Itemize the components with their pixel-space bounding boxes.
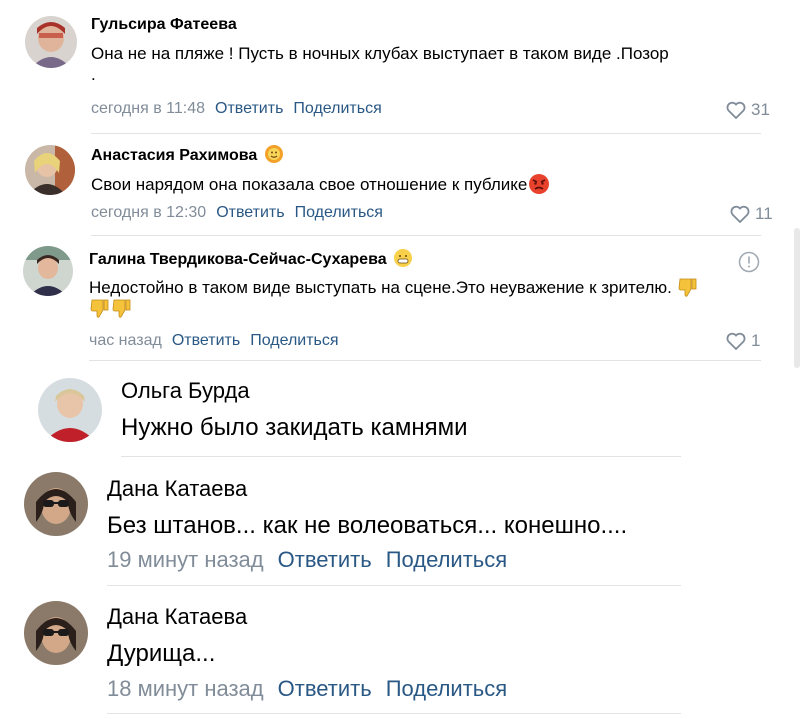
heart-icon: [726, 332, 746, 350]
timestamp: час назад: [89, 332, 162, 349]
thumbs-down-icon: [90, 299, 109, 318]
author-name[interactable]: Галина Твердикова-Сейчас-Сухарева: [89, 249, 413, 269]
reply-link[interactable]: Ответить: [172, 332, 240, 349]
divider: [91, 133, 761, 134]
thumbs-down-icon: [112, 299, 131, 318]
author-name[interactable]: Гульсира Фатеева: [91, 16, 237, 34]
comment-text: Нужно было закидать камнями: [121, 414, 468, 441]
share-link[interactable]: Поделиться: [386, 547, 507, 572]
avatar[interactable]: [23, 246, 73, 296]
comment-meta: час назад Ответить Поделиться: [89, 332, 339, 350]
author-name[interactable]: Дана Катаева: [107, 604, 247, 630]
reply-link[interactable]: Ответить: [278, 547, 372, 572]
divider: [91, 235, 761, 236]
timestamp: 19 минут назад: [107, 547, 264, 572]
like-count: 31: [751, 100, 770, 119]
timestamp: сегодня в 11:48: [91, 100, 206, 117]
share-link[interactable]: Поделиться: [250, 332, 338, 349]
divider: [107, 585, 681, 586]
avatar[interactable]: [24, 601, 88, 665]
comment-text-body: Она не на пляже ! Пусть в ночных клубах …: [91, 44, 669, 63]
like-count: 11: [755, 204, 773, 223]
comment-text: Она не на пляже ! Пусть в ночных клубах …: [91, 43, 781, 86]
author-name[interactable]: Дана Катаева: [107, 476, 247, 502]
share-link[interactable]: Поделиться: [295, 204, 383, 221]
smiley-icon: [264, 145, 283, 164]
comment-text-body: Недостойно в таком виде выступать на сце…: [89, 278, 672, 297]
author-name[interactable]: Ольга Бурда: [121, 378, 250, 404]
like-button[interactable]: 11: [730, 204, 773, 224]
reply-link[interactable]: Ответить: [216, 204, 284, 221]
heart-icon: [730, 205, 750, 223]
author-name-text: Анастасия Рахимова: [91, 147, 258, 164]
comment-text-body: Свои нарядом она показала свое отношение…: [91, 175, 528, 194]
comment-text: Без штанов... как не волеоваться... коне…: [107, 512, 628, 539]
avatar[interactable]: [24, 472, 88, 536]
comment-meta: 19 минут назад Ответить Поделиться: [107, 547, 507, 573]
timestamp: 18 минут назад: [107, 676, 264, 701]
share-link[interactable]: Поделиться: [293, 100, 381, 117]
grimace-face-icon: [394, 249, 413, 268]
like-button[interactable]: 1: [726, 331, 760, 351]
scrollbar[interactable]: [794, 228, 800, 368]
avatar[interactable]: [38, 378, 102, 442]
comment-text-tail: .: [91, 65, 96, 85]
share-link[interactable]: Поделиться: [386, 676, 507, 701]
comment-meta: 18 минут назад Ответить Поделиться: [107, 676, 507, 702]
author-name[interactable]: Анастасия Рахимова: [91, 145, 284, 165]
comment-text: Свои нарядом она показала свое отношение…: [91, 173, 781, 195]
divider: [121, 456, 681, 457]
divider: [107, 713, 681, 714]
comment-meta: сегодня в 12:30 Ответить Поделиться: [91, 204, 383, 222]
avatar[interactable]: [25, 145, 75, 195]
divider: [89, 360, 761, 361]
like-count: 1: [751, 331, 761, 350]
comment-meta: сегодня в 11:48 Ответить Поделиться: [91, 100, 382, 118]
thumbs-down-icon: [678, 278, 697, 297]
comment-text: Недостойно в таком виде выступать на сце…: [89, 277, 709, 320]
exclamation-circle-icon[interactable]: [738, 251, 760, 278]
comment-text: Дурища...: [107, 640, 216, 667]
heart-icon: [726, 101, 746, 119]
like-button[interactable]: 31: [726, 100, 770, 120]
angry-face-icon: [529, 173, 550, 194]
avatar[interactable]: [25, 16, 77, 68]
reply-link[interactable]: Ответить: [215, 100, 283, 117]
timestamp: сегодня в 12:30: [91, 204, 207, 221]
reply-link[interactable]: Ответить: [278, 676, 372, 701]
author-name-text: Галина Твердикова-Сейчас-Сухарева: [89, 251, 387, 268]
